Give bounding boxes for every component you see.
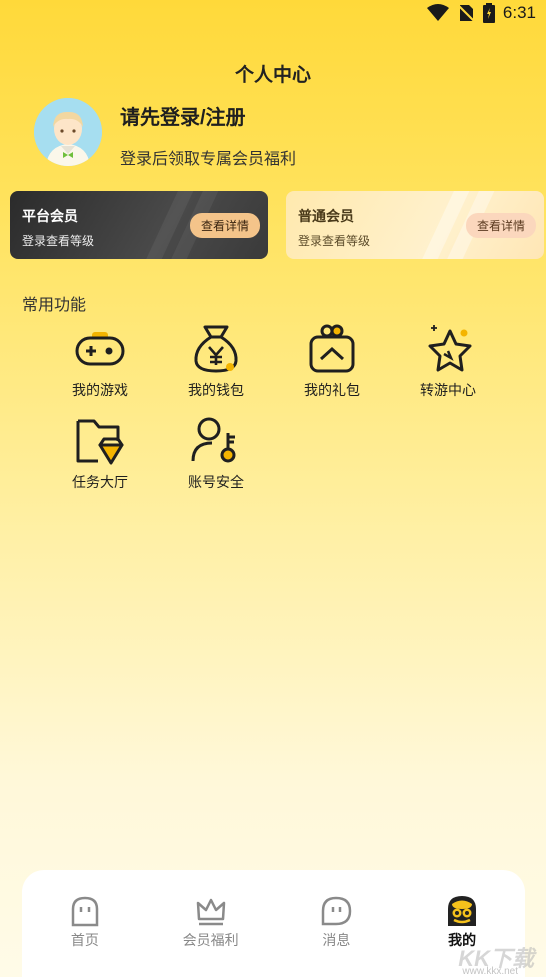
tab-label: 首页	[70, 932, 99, 948]
card-desc: 登录查看等级	[298, 234, 371, 248]
func-transfer-center[interactable]: 转游中心	[390, 323, 506, 407]
bottom-tab-bar: 首页 会员福利 消息 我的	[22, 870, 525, 977]
crown-icon	[196, 898, 225, 926]
login-subtitle: 登录后领取专属会员福利	[120, 151, 297, 168]
battery-icon	[482, 3, 495, 23]
section-title: 常用功能	[22, 297, 87, 314]
tab-home[interactable]: 首页	[35, 894, 135, 977]
profile-mascot-icon	[448, 896, 477, 926]
wifi-icon	[426, 4, 449, 21]
func-account-security[interactable]: 账号安全	[158, 415, 274, 499]
tab-member-benefits[interactable]: 会员福利	[161, 894, 261, 977]
func-label: 转游中心	[420, 382, 476, 398]
func-label: 我的钱包	[188, 382, 244, 398]
gamepad-icon	[75, 332, 125, 366]
func-label: 任务大厅	[72, 474, 128, 490]
tab-messages[interactable]: 消息	[286, 894, 386, 977]
card-title: 平台会员	[22, 208, 78, 224]
view-details-button[interactable]: 查看详情	[465, 213, 536, 238]
status-time: 6:31	[502, 3, 536, 22]
login-title[interactable]: 请先登录/注册	[120, 101, 246, 130]
func-label: 我的礼包	[304, 382, 360, 398]
tab-label: 消息	[322, 932, 351, 948]
home-ghost-icon	[71, 896, 99, 927]
func-label: 我的游戏	[72, 382, 128, 398]
tab-label: 会员福利	[182, 932, 239, 948]
normal-member-card[interactable]: 普通会员 登录查看等级 查看详情	[286, 191, 544, 259]
user-key-icon	[191, 417, 236, 463]
watermark-url: www.kkx.net	[462, 966, 518, 977]
func-my-gifts[interactable]: 我的礼包	[274, 323, 390, 407]
page-title: 个人中心	[234, 65, 311, 86]
func-my-wallet[interactable]: 我的钱包	[158, 323, 274, 407]
function-grid: 我的游戏 我的钱包 我的礼包 转游中心 任务大厅 账号安全	[42, 323, 506, 499]
func-my-games[interactable]: 我的游戏	[42, 323, 158, 407]
money-bag-icon	[194, 325, 238, 373]
avatar[interactable]	[34, 98, 102, 166]
func-task-hall[interactable]: 任务大厅	[42, 415, 158, 499]
card-desc: 登录查看等级	[22, 234, 95, 248]
view-details-button[interactable]: 查看详情	[189, 213, 260, 238]
card-title: 普通会员	[298, 208, 354, 224]
platform-member-card[interactable]: 平台会员 登录查看等级 查看详情	[10, 191, 268, 259]
no-sim-icon	[457, 4, 475, 22]
status-icons: 6:31	[426, 3, 536, 23]
folder-diamond-icon	[76, 419, 124, 465]
func-label: 账号安全	[188, 474, 244, 490]
gift-icon	[309, 324, 355, 373]
star-icon	[428, 325, 472, 372]
message-ghost-icon	[322, 896, 352, 926]
status-bar: 6:31	[0, 0, 546, 28]
